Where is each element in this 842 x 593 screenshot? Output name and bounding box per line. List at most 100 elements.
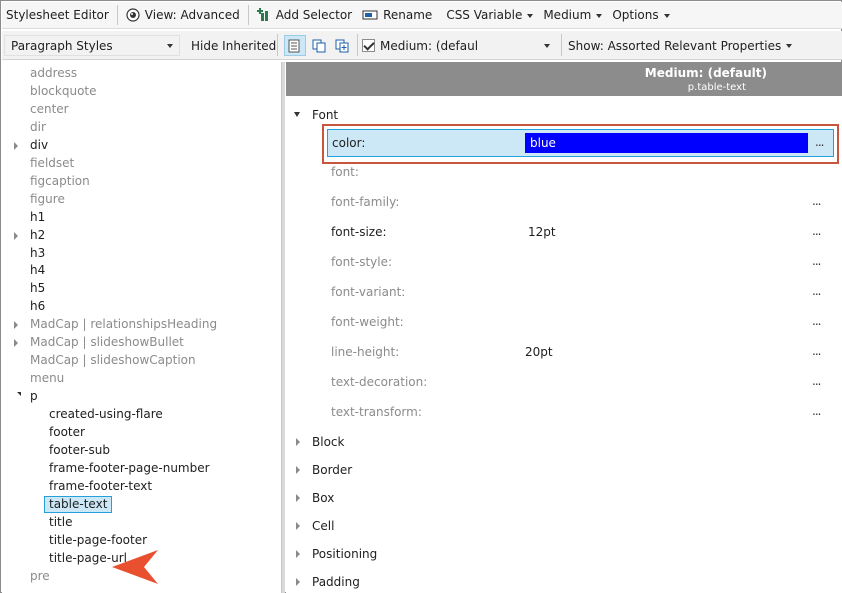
property-row[interactable]: font-weight: ...: [286, 313, 842, 333]
property-row-color[interactable]: color: blue ...: [327, 129, 834, 157]
medium-dropdown[interactable]: [477, 35, 557, 56]
add-page-icon: [335, 39, 349, 52]
tree-item-h6[interactable]: h6: [30, 298, 45, 315]
property-row[interactable]: font-style: ...: [286, 253, 842, 273]
property-row[interactable]: text-decoration: ...: [286, 373, 842, 393]
tree-item-blockquote[interactable]: blockquote: [30, 83, 97, 100]
tree-item-h2[interactable]: h2: [30, 227, 45, 244]
view-mode-button-1[interactable]: [284, 35, 306, 56]
tree-item-address[interactable]: address: [30, 65, 77, 82]
property-row[interactable]: font:: [286, 163, 842, 183]
category-box[interactable]: Box: [286, 489, 486, 507]
grid-header: Medium: (default) p.table-text: [286, 62, 842, 96]
property-value[interactable]: 12pt: [528, 225, 556, 239]
tree-item-relationships-heading[interactable]: MadCap | relationshipsHeading: [30, 316, 217, 333]
ellipsis-button[interactable]: ...: [815, 135, 825, 149]
category-font[interactable]: Font: [286, 106, 486, 124]
tree-item-fieldset[interactable]: fieldset: [30, 155, 74, 172]
tree-item-h1[interactable]: h1: [30, 209, 45, 226]
ellipsis-button[interactable]: ...: [812, 314, 822, 328]
property-row[interactable]: font-variant: ...: [286, 283, 842, 303]
category-cell[interactable]: Cell: [286, 517, 486, 535]
tree-item-h5[interactable]: h5: [30, 280, 45, 297]
collapse-p-toggle[interactable]: [13, 388, 23, 405]
property-name: font-size:: [331, 225, 387, 239]
tree-item-menu[interactable]: menu: [30, 370, 64, 387]
tree-item-title-page-footer[interactable]: title-page-footer: [49, 532, 147, 549]
property-row[interactable]: line-height: 20pt ...: [286, 343, 842, 363]
category-block[interactable]: Block: [286, 433, 486, 451]
category-padding[interactable]: Padding: [286, 573, 486, 591]
property-name: font-style:: [331, 255, 393, 269]
toolbar-divider: [247, 5, 249, 25]
tree-item-frame-footer-text[interactable]: frame-footer-text: [49, 478, 152, 495]
rename-button[interactable]: Rename: [357, 4, 437, 27]
property-name: font-family:: [331, 195, 400, 209]
tree-item-center[interactable]: center: [30, 101, 69, 118]
eye-icon: [126, 8, 140, 22]
checkbox-checked-icon[interactable]: [362, 39, 375, 52]
chevron-right-icon: [14, 339, 18, 347]
toolbar-divider: [357, 34, 358, 56]
expand-div-toggle[interactable]: [14, 137, 24, 154]
property-name: font:: [331, 165, 359, 179]
property-value[interactable]: 20pt: [525, 345, 553, 359]
list-view-icon: [288, 39, 300, 52]
ellipsis-button[interactable]: ...: [812, 344, 822, 358]
property-row[interactable]: text-transform: ...: [286, 403, 842, 423]
tree-item-figcaption[interactable]: figcaption: [30, 173, 90, 190]
hide-inherited-label: Hide Inherited: [191, 38, 277, 53]
show-properties-dropdown[interactable]: Show: Assorted Relevant Properties: [568, 35, 793, 56]
property-row[interactable]: font-size: 12pt ...: [286, 223, 842, 243]
options-menu[interactable]: Options: [607, 4, 674, 27]
view-mode-button-2[interactable]: [309, 35, 329, 56]
tree-item-slideshow-bullet[interactable]: MadCap | slideshowBullet: [30, 334, 184, 351]
tree-item-figure[interactable]: figure: [30, 191, 65, 208]
expand-slideshow-bullet-toggle[interactable]: [14, 334, 24, 351]
tree-item-dir[interactable]: dir: [30, 119, 46, 136]
category-border[interactable]: Border: [286, 461, 486, 479]
ellipsis-button[interactable]: ...: [812, 404, 822, 418]
tree-item-title[interactable]: title: [49, 514, 72, 531]
view-button[interactable]: View: Advanced: [121, 4, 245, 27]
pane-splitter[interactable]: [281, 62, 285, 593]
category-positioning[interactable]: Positioning: [286, 545, 486, 563]
expand-triangle-icon: [296, 578, 300, 586]
tree-item-footer[interactable]: footer: [49, 424, 85, 441]
ellipsis-button[interactable]: ...: [812, 194, 822, 208]
add-selector-button[interactable]: Add Selector: [252, 4, 357, 27]
add-selector-label: Add Selector: [275, 8, 353, 22]
medium-checkbox[interactable]: Medium: (default): [362, 35, 487, 56]
hide-inherited-button[interactable]: Hide Inherited: [191, 35, 276, 56]
property-value-color[interactable]: blue: [525, 133, 808, 153]
tree-item-pre[interactable]: pre: [30, 568, 50, 585]
tree-item-h3[interactable]: h3: [30, 245, 45, 262]
view-mode-button-3[interactable]: [332, 35, 352, 56]
medium-checkbox-label: Medium: (default): [380, 38, 488, 53]
ellipsis-button[interactable]: ...: [812, 224, 822, 238]
expand-relationships-toggle[interactable]: [14, 316, 24, 333]
tree-item-created-using-flare[interactable]: created-using-flare: [49, 406, 163, 423]
toolbar-divider: [116, 5, 118, 25]
medium-menu[interactable]: Medium: [538, 4, 607, 27]
expand-triangle-icon: [296, 522, 300, 530]
ellipsis-button[interactable]: ...: [812, 374, 822, 388]
tree-item-slideshow-caption[interactable]: MadCap | slideshowCaption: [30, 352, 196, 369]
expand-h2-toggle[interactable]: [14, 227, 24, 244]
style-type-dropdown[interactable]: Paragraph Styles: [4, 35, 180, 56]
category-label: Border: [312, 463, 353, 477]
tree-item-p[interactable]: p: [30, 388, 38, 405]
tree-item-h4[interactable]: h4: [30, 262, 45, 279]
tree-item-footer-sub[interactable]: footer-sub: [49, 442, 110, 459]
category-label: Cell: [312, 519, 335, 533]
grid-header-selector: p.table-text: [687, 82, 746, 93]
tree-item-frame-footer-page-number[interactable]: frame-footer-page-number: [49, 460, 210, 477]
color-value-text: blue: [530, 136, 556, 150]
tree-item-div[interactable]: div: [30, 137, 48, 154]
property-row[interactable]: font-family: ...: [286, 193, 842, 213]
tree-item-table-text[interactable]: table-text: [44, 496, 113, 513]
ellipsis-button[interactable]: ...: [812, 254, 822, 268]
css-variable-menu[interactable]: CSS Variable: [441, 4, 538, 27]
selector-tree[interactable]: address blockquote center dir div fields…: [2, 62, 281, 593]
ellipsis-button[interactable]: ...: [812, 284, 822, 298]
